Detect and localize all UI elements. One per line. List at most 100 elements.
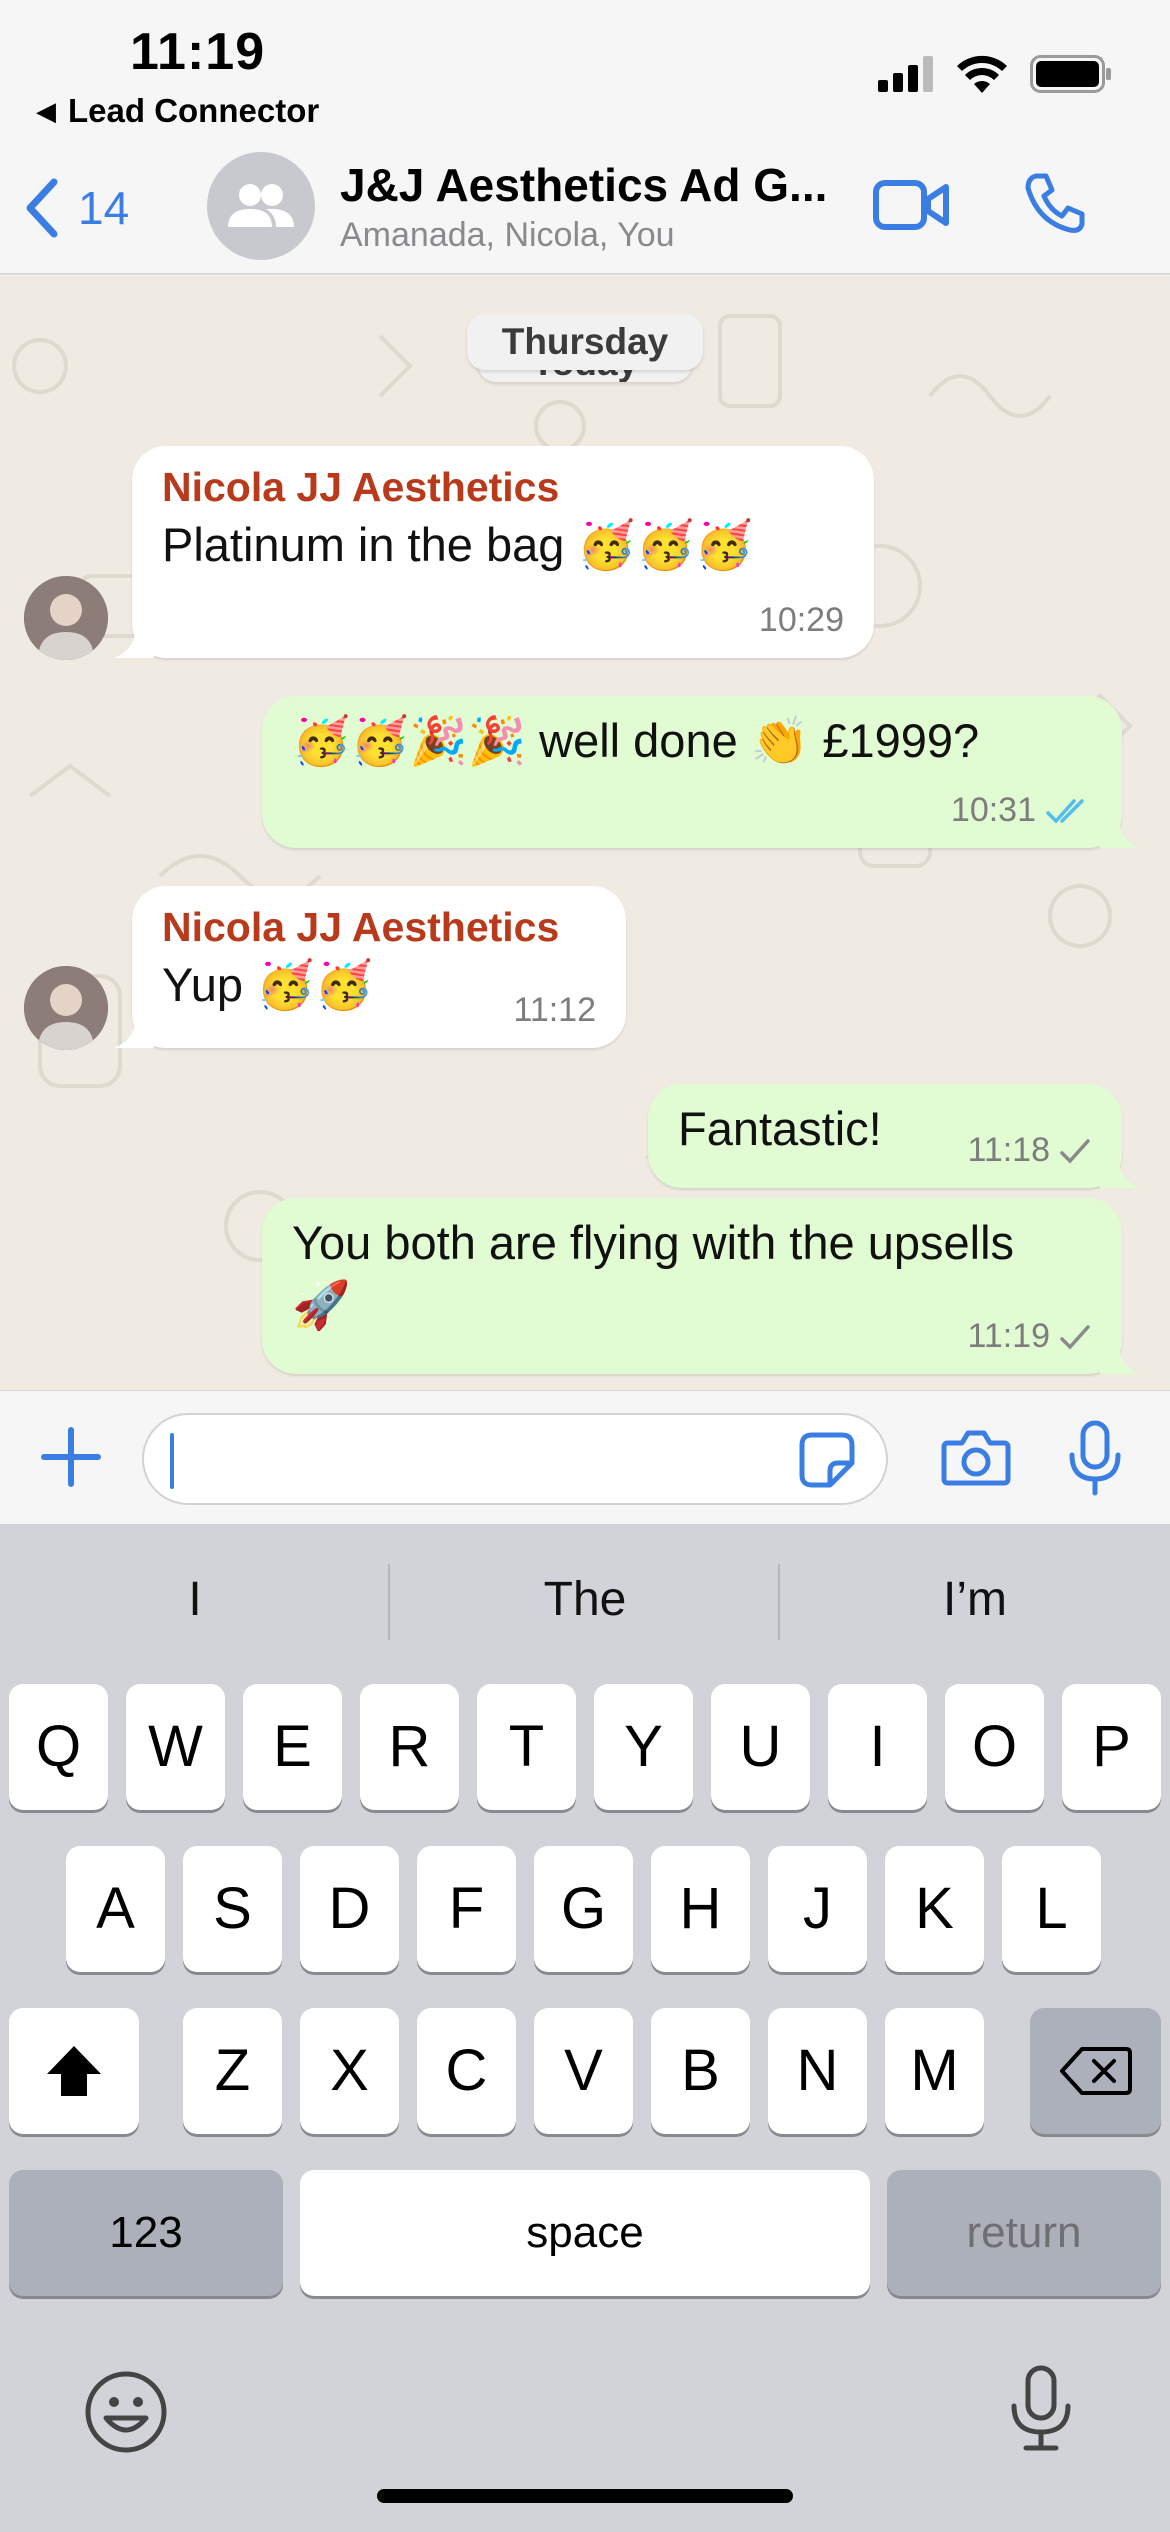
message-time: 11:18 bbox=[967, 1131, 1050, 1169]
group-avatar-icon[interactable] bbox=[207, 152, 315, 260]
predictive-bar: I The I’m bbox=[0, 1524, 1170, 1676]
key-k[interactable]: K bbox=[885, 1846, 984, 1972]
key-l[interactable]: L bbox=[1002, 1846, 1101, 1972]
key-v[interactable]: V bbox=[534, 2008, 633, 2134]
key-d[interactable]: D bbox=[300, 1846, 399, 1972]
chat-area[interactable]: Today Thursday Nicola JJ Aesthetics Plat… bbox=[0, 276, 1170, 1390]
key-g[interactable]: G bbox=[534, 1846, 633, 1972]
dictation-mic-icon bbox=[1011, 2365, 1071, 2451]
avatar[interactable] bbox=[24, 966, 108, 1050]
key-n[interactable]: N bbox=[768, 2008, 867, 2134]
chat-participants[interactable]: Amanada, Nicola, You bbox=[340, 216, 675, 255]
key-z[interactable]: Z bbox=[183, 2008, 282, 2134]
shift-arrow-icon bbox=[47, 2046, 101, 2096]
message-text: 🥳🥳🎉🎉 well done 👏 £1999? bbox=[292, 714, 980, 767]
emoji-keyboard-button[interactable] bbox=[84, 2370, 168, 2459]
dictation-button[interactable] bbox=[1008, 2364, 1074, 2459]
message-time: 10:29 bbox=[758, 601, 844, 639]
message-bubble-outgoing[interactable]: Fantastic! 11:18 bbox=[648, 1084, 1140, 1188]
message-meta: 11:12 bbox=[513, 991, 596, 1030]
back-app-label: Lead Connector bbox=[68, 92, 320, 129]
compose-bar bbox=[0, 1390, 1170, 1524]
key-h[interactable]: H bbox=[651, 1846, 750, 1972]
avatar[interactable] bbox=[24, 576, 108, 660]
bubble-tail bbox=[1100, 814, 1140, 848]
key-b[interactable]: B bbox=[651, 2008, 750, 2134]
sender-name: Nicola JJ Aesthetics bbox=[162, 464, 560, 510]
key-c[interactable]: C bbox=[417, 2008, 516, 2134]
sticker-button[interactable] bbox=[798, 1431, 856, 1494]
key-s[interactable]: S bbox=[183, 1846, 282, 1972]
backspace-key[interactable] bbox=[1030, 2008, 1161, 2134]
key-t[interactable]: T bbox=[477, 1684, 576, 1810]
key-o[interactable]: O bbox=[945, 1684, 1044, 1810]
message-time: 10:31 bbox=[950, 791, 1036, 829]
message-time: 11:19 bbox=[967, 1317, 1050, 1355]
space-key[interactable]: space bbox=[300, 2170, 870, 2296]
status-bar: 11:19 ◀ Lead Connector bbox=[0, 0, 1170, 140]
single-check-icon bbox=[1060, 1138, 1090, 1164]
bubble-tail bbox=[114, 1014, 154, 1048]
voice-call-button[interactable] bbox=[1022, 170, 1088, 241]
video-call-button[interactable] bbox=[872, 175, 952, 240]
key-e[interactable]: E bbox=[243, 1684, 342, 1810]
message-text: You both are flying with the upsells bbox=[292, 1216, 1015, 1269]
numbers-key[interactable]: 123 bbox=[9, 2170, 283, 2296]
key-i[interactable]: I bbox=[828, 1684, 927, 1810]
message-text: Platinum in the bag 🥳🥳🥳 bbox=[162, 518, 753, 571]
double-check-read-icon bbox=[1046, 798, 1084, 824]
message-meta: 10:31 bbox=[951, 791, 1092, 830]
chat-title[interactable]: J&J Aesthetics Ad G... bbox=[340, 158, 860, 212]
key-j[interactable]: J bbox=[768, 1846, 867, 1972]
bubble-tail bbox=[114, 624, 154, 658]
key-q[interactable]: Q bbox=[9, 1684, 108, 1810]
message-time: 11:12 bbox=[513, 991, 596, 1029]
bubble-tail bbox=[1100, 1154, 1140, 1188]
wifi-icon bbox=[957, 55, 1007, 93]
back-to-app[interactable]: ◀ Lead Connector bbox=[36, 92, 319, 130]
single-check-icon bbox=[1060, 1324, 1090, 1350]
home-indicator[interactable] bbox=[377, 2489, 793, 2503]
key-p[interactable]: P bbox=[1062, 1684, 1161, 1810]
phone-icon bbox=[1025, 173, 1085, 233]
date-chip-thursday: Thursday bbox=[467, 314, 703, 370]
key-m[interactable]: M bbox=[885, 2008, 984, 2134]
backspace-icon bbox=[1059, 2047, 1132, 2095]
back-triangle-icon: ◀ bbox=[36, 95, 56, 126]
emoji-icon bbox=[85, 2371, 167, 2453]
message-bubble-outgoing[interactable]: You both are flying with the upsells 🚀 1… bbox=[262, 1198, 1140, 1374]
key-y[interactable]: Y bbox=[594, 1684, 693, 1810]
suggestion[interactable]: I’m bbox=[780, 1562, 1170, 1638]
microphone-icon bbox=[1069, 1420, 1121, 1496]
message-meta: 11:18 bbox=[967, 1131, 1092, 1170]
back-button[interactable]: 14 bbox=[22, 178, 129, 238]
return-key[interactable]: return bbox=[887, 2170, 1161, 2296]
voice-note-button[interactable] bbox=[1068, 1419, 1122, 1502]
message-bubble-outgoing[interactable]: 🥳🥳🎉🎉 well done 👏 £1999? 10:31 bbox=[262, 696, 1140, 848]
suggestion[interactable]: The bbox=[390, 1562, 780, 1638]
key-u[interactable]: U bbox=[711, 1684, 810, 1810]
signal-icon bbox=[878, 56, 933, 92]
shift-key[interactable] bbox=[9, 2008, 139, 2134]
sender-name: Nicola JJ Aesthetics bbox=[162, 904, 560, 950]
message-input[interactable] bbox=[142, 1413, 888, 1505]
key-f[interactable]: F bbox=[417, 1846, 516, 1972]
message-bubble-incoming[interactable]: Nicola JJ Aesthetics Yup 🥳🥳 11:12 bbox=[114, 886, 626, 1048]
camera-button[interactable] bbox=[940, 1429, 1012, 1492]
key-r[interactable]: R bbox=[360, 1684, 459, 1810]
text-caret bbox=[170, 1433, 174, 1489]
suggestion[interactable]: I bbox=[0, 1562, 390, 1638]
chevron-left-icon bbox=[26, 178, 58, 238]
key-a[interactable]: A bbox=[66, 1846, 165, 1972]
key-w[interactable]: W bbox=[126, 1684, 225, 1810]
video-call-icon bbox=[873, 180, 949, 230]
chat-header: 14 J&J Aesthetics Ad G... Amanada, Nicol… bbox=[0, 140, 1170, 275]
clock: 11:19 bbox=[130, 23, 266, 81]
message-meta: 10:29 bbox=[759, 601, 844, 640]
key-x[interactable]: X bbox=[300, 2008, 399, 2134]
message-meta: 11:19 bbox=[967, 1317, 1092, 1356]
attach-button[interactable] bbox=[38, 1424, 104, 1495]
unread-count: 14 bbox=[78, 182, 130, 234]
sticker-icon bbox=[799, 1432, 855, 1488]
message-bubble-incoming[interactable]: Nicola JJ Aesthetics Platinum in the bag… bbox=[114, 446, 874, 658]
